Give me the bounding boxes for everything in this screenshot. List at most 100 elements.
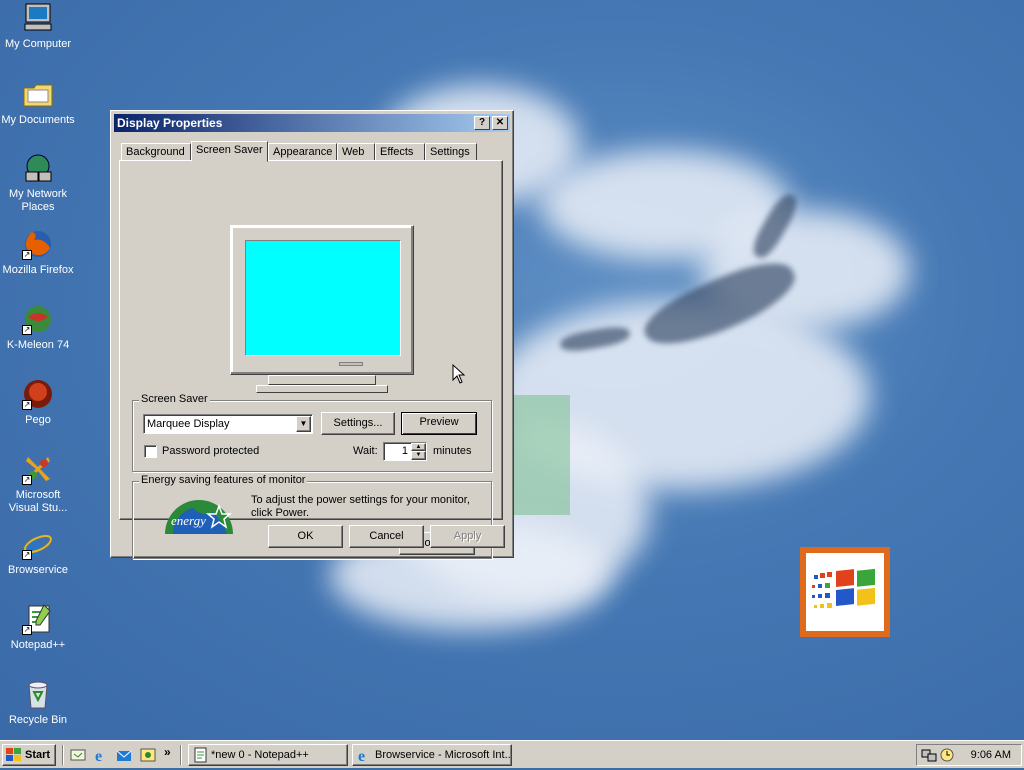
outlook-express-icon[interactable]: [116, 747, 132, 763]
clock[interactable]: 9:06 AM: [971, 745, 1011, 765]
shortcut-arrow-icon: ↗: [22, 625, 32, 635]
start-label: Start: [25, 749, 51, 761]
desktop-icon-label: Browservice: [8, 564, 68, 576]
tab-web[interactable]: Web: [337, 143, 375, 161]
help-button[interactable]: ?: [474, 116, 490, 130]
screen-saver-group: Screen Saver Marquee Display ▼ Settings.…: [132, 393, 492, 472]
recycle-bin-icon: [22, 678, 54, 710]
computer-icon: [22, 2, 54, 34]
system-tray: 9:06 AM: [916, 744, 1022, 766]
network-tray-icon[interactable]: [921, 747, 937, 770]
desktop-icon-label: Mozilla Firefox: [2, 264, 74, 276]
taskbar: Start e » *new 0 - Notepad++ e Browservi…: [0, 740, 1024, 768]
display-properties-window: Display Properties ? ✕ Background Screen…: [110, 110, 514, 559]
preview-screen: [245, 240, 401, 356]
desktop-icon-label: K-Meleon 74: [6, 339, 70, 351]
cancel-button[interactable]: Cancel: [349, 525, 424, 548]
desktop-icon-browservice[interactable]: e ↗ Browservice: [0, 528, 76, 577]
folder-icon: [22, 78, 54, 110]
mouse-cursor-icon: [452, 363, 466, 384]
energy-star-logo: energy: [163, 492, 235, 534]
energy-description: To adjust the power settings for your mo…: [251, 494, 470, 519]
shortcut-arrow-icon: ↗: [22, 400, 32, 410]
ie-icon[interactable]: e: [94, 747, 110, 765]
wait-unit-label: minutes: [433, 445, 472, 457]
desktop-icon-label: Microsoft Visual Stu...: [8, 489, 68, 514]
spin-down-icon[interactable]: ▼: [411, 451, 426, 460]
screen-saver-selected: Marquee Display: [147, 418, 230, 430]
monitor-stand: [268, 375, 376, 385]
taskbar-divider: [62, 745, 64, 765]
shortcut-arrow-icon: ↗: [22, 250, 32, 260]
scheduler-tray-icon[interactable]: [939, 747, 955, 770]
visual-studio-icon: ↗: [22, 453, 54, 485]
svg-text:e: e: [358, 748, 365, 763]
pego-icon: ↗: [22, 378, 54, 410]
notepadpp-icon: [193, 747, 209, 765]
shortcut-arrow-icon: ↗: [22, 550, 32, 560]
desktop-icon-pego[interactable]: ↗ Pego: [0, 378, 76, 427]
close-button[interactable]: ✕: [492, 116, 508, 130]
notepadpp-icon: ↗: [22, 603, 54, 635]
desktop-icon-my-documents[interactable]: My Documents: [0, 78, 76, 127]
shortcut-arrow-icon: ↗: [22, 325, 32, 335]
quicklaunch-more-button[interactable]: »: [164, 745, 171, 759]
desktop-icon-visual-studio[interactable]: ↗ Microsoft Visual Stu...: [0, 453, 76, 515]
password-protected-label: Password protected: [162, 445, 260, 457]
kmeleon-icon: ↗: [22, 303, 54, 335]
window-titlebar[interactable]: Display Properties ? ✕: [114, 114, 510, 132]
screen-saver-select[interactable]: Marquee Display ▼: [143, 414, 313, 434]
ok-button[interactable]: OK: [268, 525, 343, 548]
monitor-preview: [230, 225, 414, 375]
monitor-base: [256, 385, 388, 393]
desktop-icon-kmeleon[interactable]: ↗ K-Meleon 74: [0, 303, 76, 352]
taskbar-task-notepadpp[interactable]: *new 0 - Notepad++: [188, 744, 348, 766]
ie-icon: e ↗: [22, 528, 54, 562]
energy-group-label: Energy saving features of monitor: [139, 474, 308, 486]
tab-effects[interactable]: Effects: [375, 143, 425, 161]
windows-flag-icon: [812, 568, 875, 608]
wait-label: Wait:: [353, 445, 378, 457]
firefox-icon: ↗: [22, 228, 54, 260]
tab-background[interactable]: Background: [121, 143, 191, 161]
desktop-icon-notepadpp[interactable]: ↗ Notepad++: [0, 603, 76, 652]
desktop-icon-label: My Documents: [1, 114, 75, 126]
desktop-icon-label: Notepad++: [10, 639, 66, 651]
window-title: Display Properties: [117, 116, 223, 130]
desktop-icon-label: Recycle Bin: [8, 714, 68, 726]
desktop-icon-my-computer[interactable]: My Computer: [0, 2, 76, 51]
wait-minutes-input[interactable]: 1 ▲ ▼: [383, 442, 427, 461]
password-protected-checkbox[interactable]: [144, 445, 157, 458]
settings-button[interactable]: Settings...: [321, 412, 395, 435]
apply-button[interactable]: Apply: [430, 525, 505, 548]
start-button[interactable]: Start: [2, 744, 56, 766]
chevron-down-icon[interactable]: ▼: [296, 416, 311, 432]
taskbar-divider: [180, 745, 182, 765]
spin-up-icon[interactable]: ▲: [411, 443, 426, 451]
windows-flag-icon: [6, 748, 22, 765]
desktop-icon-label: Pego: [25, 414, 51, 426]
wait-value: 1: [401, 445, 408, 457]
energy-logo-text: energy: [171, 513, 206, 528]
desktop-icon-recycle-bin[interactable]: Recycle Bin: [0, 678, 76, 727]
desktop-icon-firefox[interactable]: ↗ Mozilla Firefox: [0, 228, 76, 277]
windows-logo-tile: [800, 547, 890, 637]
screen-saver-group-label: Screen Saver: [139, 393, 210, 405]
desktop-icon-network-places[interactable]: My Network Places: [0, 152, 76, 214]
tab-screen-saver[interactable]: Screen Saver: [191, 141, 268, 162]
show-desktop-icon[interactable]: [70, 747, 86, 763]
view-channels-icon[interactable]: [140, 747, 156, 763]
network-icon: [22, 152, 54, 184]
taskbar-task-browservice[interactable]: e Browservice - Microsoft Int...: [352, 744, 512, 766]
task-label: *new 0 - Notepad++: [211, 749, 309, 761]
shortcut-arrow-icon: ↗: [22, 475, 32, 485]
tab-appearance[interactable]: Appearance: [268, 143, 337, 161]
desktop-icon-label: My Network Places: [8, 188, 68, 213]
ie-icon: e: [357, 747, 373, 765]
task-label: Browservice - Microsoft Int...: [375, 749, 512, 761]
tab-settings[interactable]: Settings: [425, 143, 477, 161]
preview-button[interactable]: Preview: [401, 412, 477, 435]
svg-text:e: e: [95, 748, 102, 763]
monitor-power-led: [339, 362, 363, 366]
screen-saver-panel: Screen Saver Marquee Display ▼ Settings.…: [119, 160, 503, 559]
